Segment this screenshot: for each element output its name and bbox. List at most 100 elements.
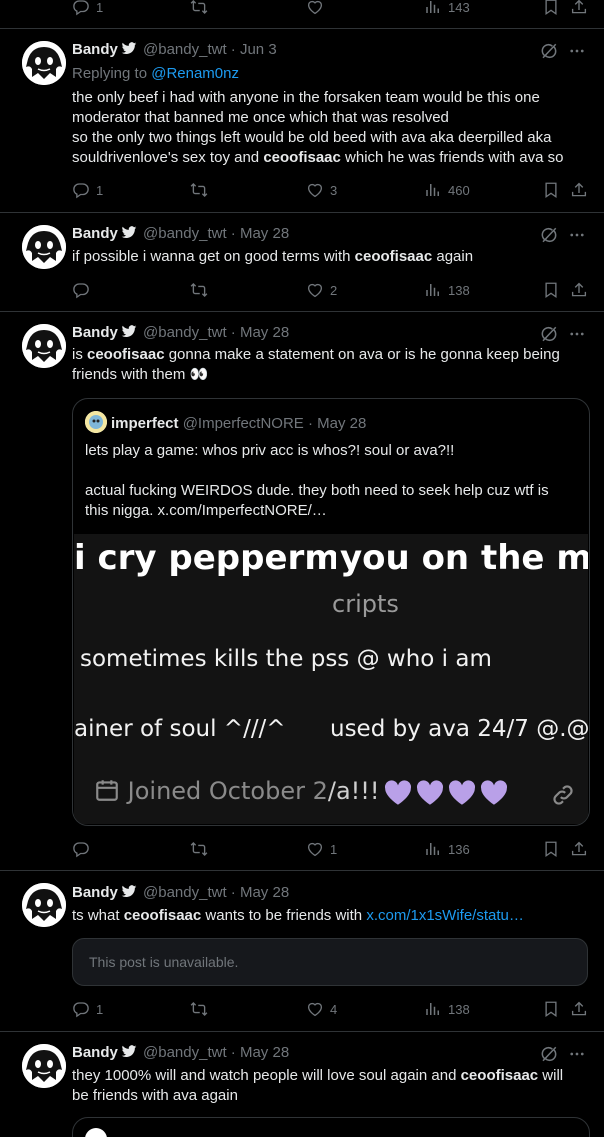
bookmark-button[interactable]	[542, 280, 566, 300]
text-line: actual fucking WEIRDOS dude. they both n…	[85, 482, 549, 499]
text-line: be friends with ava again	[72, 1087, 238, 1104]
bookmark-button[interactable]	[542, 180, 566, 200]
display-name[interactable]: Bandy	[72, 225, 118, 242]
bookmark-icon	[542, 281, 560, 299]
views-button[interactable]: 143	[424, 0, 470, 17]
bookmark-icon	[542, 1000, 560, 1018]
handle[interactable]: @bandy_twt	[143, 41, 227, 58]
mention-bold: ceoofisaac	[460, 1067, 539, 1084]
grok-icon[interactable]	[540, 42, 558, 60]
repost-button[interactable]	[190, 839, 214, 859]
like-button[interactable]: 2	[306, 280, 337, 300]
repost-button[interactable]	[190, 280, 214, 300]
more-options-icon[interactable]	[568, 325, 586, 343]
like-button[interactable]: 4	[306, 999, 337, 1019]
reply-count: 1	[96, 182, 104, 198]
grok-icon[interactable]	[540, 325, 558, 343]
handle[interactable]: @bandy_twt	[143, 225, 227, 242]
like-button[interactable]	[306, 0, 330, 17]
separator-dot: ·	[226, 884, 240, 901]
timestamp[interactable]: May 28	[240, 324, 289, 341]
display-name[interactable]: Bandy	[72, 324, 118, 341]
more-options-icon[interactable]	[568, 226, 586, 244]
share-button[interactable]	[570, 280, 594, 300]
tweet[interactable]: Bandy @bandy_twt · May 28 if possible i …	[0, 213, 604, 311]
like-button[interactable]: 3	[306, 180, 337, 200]
bookmark-button[interactable]	[542, 999, 566, 1019]
quoted-tweet[interactable]	[72, 1117, 590, 1137]
bookmark-button[interactable]	[542, 0, 566, 17]
views-button[interactable]: 138	[424, 999, 470, 1019]
timestamp[interactable]: May 28	[240, 1044, 289, 1061]
calendar-icon	[96, 780, 118, 801]
bookmark-button[interactable]	[542, 839, 566, 859]
tweet-header: Bandy @bandy_twt · Jun 3	[72, 40, 277, 60]
display-name[interactable]: Bandy	[72, 884, 118, 901]
verified-icon	[121, 323, 137, 339]
reply-icon	[72, 840, 90, 858]
text-line: friends with them 👀	[72, 366, 209, 383]
more-options-icon[interactable]	[568, 42, 586, 60]
views-button[interactable]: 460	[424, 180, 470, 200]
views-count: 136	[448, 841, 470, 857]
avatar[interactable]	[22, 41, 66, 85]
reply-icon	[72, 1000, 90, 1018]
tweet[interactable]: Bandy @bandy_twt · May 28 ts what ceoofi…	[0, 871, 604, 1031]
replying-handle-link[interactable]: @Renam0nz	[151, 65, 239, 82]
avatar[interactable]	[22, 1044, 66, 1088]
avatar[interactable]	[22, 883, 66, 927]
verified-icon	[121, 1043, 137, 1059]
display-name[interactable]: Bandy	[72, 41, 118, 58]
repost-button[interactable]	[190, 180, 214, 200]
avatar[interactable]	[22, 225, 66, 269]
quoted-timestamp: May 28	[317, 415, 367, 432]
bookmark-icon	[542, 181, 560, 199]
handle[interactable]: @bandy_twt	[143, 884, 227, 901]
reply-icon	[72, 0, 90, 16]
share-button[interactable]	[570, 839, 594, 859]
grok-icon[interactable]	[540, 226, 558, 244]
views-button[interactable]: 136	[424, 839, 470, 859]
timestamp[interactable]: May 28	[240, 225, 289, 242]
timestamp[interactable]: May 28	[240, 884, 289, 901]
image-text: Joined October 2/a!!!	[94, 777, 380, 805]
share-button[interactable]	[570, 180, 594, 200]
timestamp[interactable]: Jun 3	[240, 41, 277, 58]
tweet-link[interactable]: x.com/1x1sWife/statu…	[366, 907, 524, 924]
more-options-icon[interactable]	[568, 1045, 586, 1063]
reply-button[interactable]	[72, 280, 96, 300]
repost-icon	[190, 1000, 208, 1018]
handle[interactable]: @bandy_twt	[143, 324, 227, 341]
reply-button[interactable]	[72, 839, 96, 859]
share-icon	[570, 840, 588, 858]
handle[interactable]: @bandy_twt	[143, 1044, 227, 1061]
share-button[interactable]	[570, 999, 594, 1019]
tweet[interactable]: Bandy @bandy_twt · May 28 they 1000% wil…	[0, 1032, 604, 1137]
views-icon	[424, 840, 442, 858]
views-button[interactable]: 138	[424, 280, 470, 300]
reply-button[interactable]: 1	[72, 180, 103, 200]
top-tweet-actions: 1 143	[72, 0, 592, 17]
share-icon	[570, 181, 588, 199]
text-line: souldrivenlove's sex toy and ceoofisaac …	[72, 149, 564, 166]
purple-heart-icon	[384, 780, 412, 806]
tweet[interactable]: Bandy @bandy_twt · May 28 is ceoofisaac …	[0, 312, 604, 870]
display-name[interactable]: Bandy	[72, 1044, 118, 1061]
views-icon	[424, 1000, 442, 1018]
like-button[interactable]: 1	[306, 839, 337, 859]
reply-button[interactable]: 1	[72, 999, 103, 1019]
repost-button[interactable]	[190, 999, 214, 1019]
tweet-actions: 2 138	[72, 280, 592, 300]
avatar[interactable]	[22, 324, 66, 368]
grok-icon[interactable]	[540, 1045, 558, 1063]
image-text: used by ava 24/7 @.@	[330, 716, 588, 742]
tweet[interactable]: Bandy @bandy_twt · Jun 3 Replying to @Re…	[0, 29, 604, 212]
quoted-tweet[interactable]: imperfect @ImperfectNORE · May 28 lets p…	[72, 398, 590, 826]
repost-button[interactable]	[190, 0, 214, 17]
share-button[interactable]	[570, 0, 594, 17]
quoted-text: lets play a game: whos priv acc is whos?…	[85, 441, 565, 521]
quoted-display-name: imperfect	[111, 415, 179, 432]
reply-button[interactable]: 1	[72, 0, 103, 17]
reply-icon	[72, 181, 90, 199]
quoted-image[interactable]: i cry peppermin you on the moo cripts so…	[74, 534, 588, 824]
